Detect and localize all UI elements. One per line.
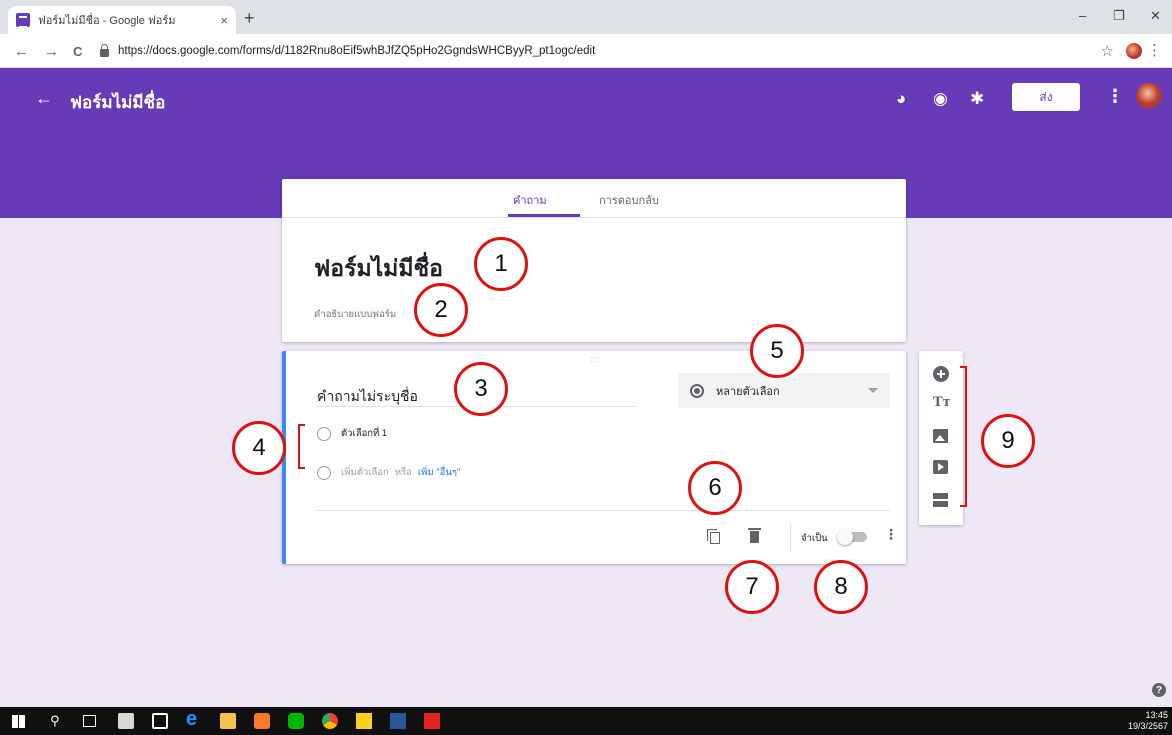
add-other-link[interactable]: เพิ่ม "อื่นๆ" (418, 465, 460, 480)
annotation-7: 7 (725, 560, 779, 614)
header-form-title[interactable]: ฟอร์มไม่มีชื่อ (70, 89, 165, 116)
dropdown-caret-icon (868, 388, 878, 393)
question-type-dropdown[interactable]: หลายตัวเลือก (678, 373, 890, 408)
browser-menu-icon[interactable]: ⋮ (1147, 41, 1162, 59)
clock-time: 13:45 (1145, 710, 1168, 720)
xampp-icon[interactable] (254, 713, 270, 729)
sticky-notes-icon[interactable] (356, 713, 372, 729)
option-label[interactable]: ตัวเลือกที่ 1 (341, 426, 387, 441)
bookmark-star-icon[interactable]: ☆ (1101, 42, 1114, 60)
add-title-icon[interactable]: Tт (933, 395, 951, 411)
add-option-field[interactable]: เพิ่มตัวเลือก (341, 465, 389, 480)
taskbar-clock[interactable]: 13:45 19/3/2567 (1128, 710, 1168, 732)
delete-trash-icon[interactable] (748, 528, 761, 544)
toggle-knob (837, 529, 853, 545)
send-button[interactable]: ส่ง (1012, 83, 1080, 111)
profile-extension-icon[interactable] (1126, 43, 1142, 59)
annotation-bracket-options (298, 424, 305, 469)
add-video-icon[interactable] (933, 460, 948, 474)
annotation-bracket-toolbar (960, 366, 967, 507)
new-tab-button[interactable]: + (244, 8, 255, 29)
annotation-6: 6 (688, 461, 742, 515)
search-icon[interactable]: ⚲ (50, 713, 66, 729)
more-options-icon[interactable]: ⋮ (1106, 86, 1124, 107)
radio-button-icon (690, 383, 704, 398)
back-icon[interactable]: ← (14, 43, 29, 60)
url-field[interactable]: https://docs.google.com/forms/d/1182Rnu8… (100, 39, 1120, 63)
store-icon[interactable] (118, 713, 134, 729)
windows-start-icon[interactable] (12, 715, 25, 728)
form-description-field[interactable]: คำอธิบายแบบฟอร์ม (314, 307, 396, 322)
add-image-icon[interactable] (933, 429, 948, 443)
task-view-icon[interactable] (83, 715, 96, 727)
tab-responses[interactable]: การตอบกลับ (599, 191, 659, 209)
add-question-icon[interactable] (933, 366, 949, 382)
question-type-label: หลายตัวเลือก (716, 385, 780, 398)
question-more-icon[interactable]: ⋮ (884, 526, 898, 543)
form-title-field[interactable]: ฟอร์มไม่มีชื่อ (314, 251, 443, 287)
add-option-radio-icon (317, 465, 331, 480)
option-radio-icon (317, 426, 331, 441)
floating-toolbar: Tт (919, 351, 963, 525)
preview-eye-icon[interactable]: ◉ (933, 89, 948, 109)
annotation-9: 9 (981, 414, 1035, 468)
question-card[interactable]: ::: คำถามไม่ระบุชื่อ หลายตัวเลือก ตัวเลื… (282, 351, 906, 564)
question-footer-divider (317, 510, 890, 511)
clock-date: 19/3/2567 (1127, 721, 1168, 731)
chrome-icon[interactable] (322, 713, 338, 729)
annotation-3: 3 (454, 362, 508, 416)
settings-gear-icon[interactable]: ✱ (970, 89, 984, 109)
drag-handle-icon[interactable]: ::: (590, 354, 601, 364)
url-text: https://docs.google.com/forms/d/1182Rnu8… (118, 45, 596, 57)
minimize-icon[interactable]: – (1079, 8, 1086, 23)
help-icon[interactable]: ? (1152, 683, 1166, 697)
forward-icon[interactable]: → (44, 43, 59, 60)
option-row[interactable]: ตัวเลือกที่ 1 (317, 426, 387, 441)
form-title-card: คำถาม การตอบกลับ ฟอร์มไม่มีชื่อ คำอธิบาย… (282, 179, 906, 342)
lock-icon (100, 43, 109, 57)
avatar[interactable] (1136, 83, 1162, 109)
add-option-row: เพิ่มตัวเลือก หรือ เพิ่ม "อื่นๆ" (317, 465, 460, 480)
form-tabs: คำถาม การตอบกลับ (282, 179, 906, 218)
required-label: จำเป็น (801, 533, 828, 544)
annotation-4: 4 (232, 421, 286, 475)
palette-icon[interactable]: ◕ (896, 89, 906, 109)
acrobat-icon[interactable] (424, 713, 440, 729)
annotation-1: 1 (474, 237, 528, 291)
annotation-8: 8 (814, 560, 868, 614)
file-explorer-icon[interactable] (220, 713, 236, 729)
edge-browser-icon[interactable]: e (186, 708, 202, 730)
annotation-5: 5 (750, 324, 804, 378)
duplicate-icon[interactable] (707, 529, 721, 545)
word-icon[interactable] (390, 713, 406, 729)
window-close-icon[interactable]: ✕ (1150, 8, 1161, 24)
windows-taskbar: ⚲ e 13:45 19/3/2567 (0, 707, 1172, 735)
google-forms-favicon-icon (16, 13, 30, 28)
browser-tab[interactable]: ฟอร์มไม่มีชื่อ - Google ฟอร์ม × (8, 6, 236, 34)
browser-tabstrip: ฟอร์มไม่มีชื่อ - Google ฟอร์ม × + – ❐ ✕ (0, 0, 1172, 34)
or-label: หรือ (394, 467, 412, 478)
footer-separator (790, 524, 791, 550)
back-arrow-icon[interactable]: ← (35, 88, 53, 109)
tab-questions[interactable]: คำถาม (513, 191, 547, 209)
add-section-icon[interactable] (933, 493, 948, 507)
close-tab-icon[interactable]: × (220, 13, 228, 28)
line-app-icon[interactable] (288, 713, 304, 729)
required-toggle[interactable] (837, 529, 867, 545)
annotation-2: 2 (414, 283, 468, 337)
restore-icon[interactable]: ❐ (1113, 8, 1125, 24)
mail-icon[interactable] (152, 713, 168, 729)
active-tab-indicator (508, 214, 580, 217)
address-bar: ← → C https://docs.google.com/forms/d/11… (0, 34, 1172, 68)
reload-icon[interactable]: C (73, 44, 82, 59)
tab-title: ฟอร์มไม่มีชื่อ - Google ฟอร์ม (38, 15, 176, 27)
